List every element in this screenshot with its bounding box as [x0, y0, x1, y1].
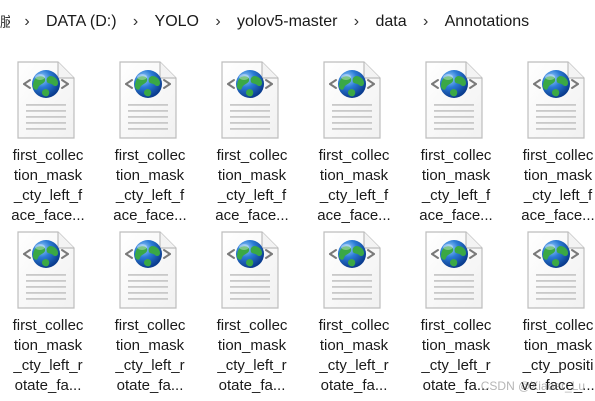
- xml-document-globe-icon: [420, 230, 486, 310]
- xml-document-globe-icon: [216, 230, 282, 310]
- file-item[interactable]: first_collec tion_mask _cty_left_f ace_f…: [0, 58, 96, 226]
- file-name-line-2: tion_mask: [115, 337, 185, 354]
- breadcrumb-item-drive[interactable]: DATA (D:): [44, 11, 119, 33]
- breadcrumb-prefix[interactable]: 脑: [0, 12, 10, 32]
- file-name-line-3: _cty_left_r: [13, 357, 83, 374]
- file-name-line-2: tion_mask: [523, 167, 593, 184]
- file-name-line-2: tion_mask: [421, 337, 491, 354]
- file-name-line-2: tion_mask: [421, 167, 491, 184]
- xml-document-globe-icon: [12, 60, 78, 140]
- file-name-line-3: _cty_left_f: [217, 187, 287, 204]
- file-name-line-2: tion_mask: [115, 167, 185, 184]
- xml-document-globe-icon: [522, 230, 588, 310]
- file-item[interactable]: first_collec tion_mask _cty_left_f ace_f…: [204, 58, 300, 226]
- file-name-line-1: first_collec: [420, 317, 492, 334]
- file-name: first_collec tion_mask _cty_left_r otate…: [204, 316, 300, 396]
- file-name-line-2: tion_mask: [217, 167, 287, 184]
- file-name-line-1: first_collec: [522, 317, 594, 334]
- file-name-line-3: _cty_left_r: [217, 357, 287, 374]
- file-item[interactable]: first_collec tion_mask _cty_left_r otate…: [306, 228, 402, 396]
- file-name: first_collec tion_mask _cty_left_r otate…: [306, 316, 402, 396]
- file-name-line-3: _cty_left_r: [319, 357, 389, 374]
- file-name-line-4: ace_face...: [11, 207, 85, 224]
- file-name: first_collec tion_mask _cty_left_f ace_f…: [0, 146, 96, 226]
- breadcrumb-item-data[interactable]: data: [373, 11, 408, 33]
- file-item[interactable]: first_collec tion_mask _cty_left_r otate…: [204, 228, 300, 396]
- file-name-line-1: first_collec: [420, 147, 492, 164]
- file-name-line-2: tion_mask: [13, 167, 83, 184]
- file-item[interactable]: first_collec tion_mask _cty_left_f ace_f…: [306, 58, 402, 226]
- file-name: first_collec tion_mask _cty_left_f ace_f…: [102, 146, 198, 226]
- file-name-line-4: ace_face...: [419, 207, 493, 224]
- file-name-line-3: _cty_left_f: [319, 187, 389, 204]
- file-grid: first_collec tion_mask _cty_left_f ace_f…: [0, 58, 595, 401]
- file-item[interactable]: first_collec tion_mask _cty_positi ve_fa…: [510, 228, 595, 394]
- chevron-right-icon[interactable]: ›: [20, 13, 34, 31]
- file-item[interactable]: first_collec tion_mask _cty_left_r otate…: [0, 228, 96, 396]
- xml-document-globe-icon: [522, 60, 588, 140]
- file-name-line-2: tion_mask: [319, 337, 389, 354]
- file-name-line-4: ace_face...: [317, 207, 391, 224]
- file-name-line-2: tion_mask: [523, 337, 593, 354]
- file-name-line-3: _cty_left_r: [421, 357, 491, 374]
- breadcrumb: 脑 › DATA (D:) › YOLO › yolov5-master › d…: [0, 0, 595, 44]
- breadcrumb-item-yolo[interactable]: YOLO: [153, 11, 201, 33]
- file-name-line-1: first_collec: [216, 147, 288, 164]
- xml-document-globe-icon: [318, 60, 384, 140]
- xml-document-globe-icon: [420, 60, 486, 140]
- file-item[interactable]: first_collec tion_mask _cty_left_f ace_f…: [408, 58, 504, 226]
- file-name-line-1: first_collec: [114, 317, 186, 334]
- file-name-line-4: otate_fa...: [320, 377, 388, 394]
- file-name-line-3: _cty_left_r: [115, 357, 185, 374]
- file-name: first_collec tion_mask _cty_left_r otate…: [0, 316, 96, 396]
- watermark: CSDN @Xiaoer_Lu: [480, 379, 585, 393]
- file-item[interactable]: first_collec tion_mask _cty_left_r otate…: [408, 228, 504, 394]
- xml-document-globe-icon: [114, 60, 180, 140]
- file-name-line-1: first_collec: [522, 147, 594, 164]
- file-name-line-1: first_collec: [318, 147, 390, 164]
- file-name-line-4: ace_face...: [215, 207, 289, 224]
- file-name: first_collec tion_mask _cty_left_f ace_f…: [306, 146, 402, 226]
- file-name-line-3: _cty_left_f: [421, 187, 491, 204]
- xml-document-globe-icon: [216, 60, 282, 140]
- file-name-line-3: _cty_left_f: [523, 187, 593, 204]
- file-name: first_collec tion_mask _cty_left_r otate…: [102, 316, 198, 396]
- file-item[interactable]: first_collec tion_mask _cty_left_f ace_f…: [102, 58, 198, 226]
- file-name-line-2: tion_mask: [319, 167, 389, 184]
- file-name-line-3: _cty_left_f: [115, 187, 185, 204]
- file-name: first_collec tion_mask _cty_left_f ace_f…: [510, 146, 595, 226]
- file-name-line-3: _cty_positi: [522, 357, 594, 374]
- file-name-line-2: tion_mask: [13, 337, 83, 354]
- chevron-right-icon[interactable]: ›: [419, 13, 433, 31]
- file-item[interactable]: first_collec tion_mask _cty_left_f ace_f…: [510, 58, 595, 226]
- file-name-line-1: first_collec: [318, 317, 390, 334]
- file-name-line-4: otate_fa...: [116, 377, 184, 394]
- file-name-line-2: tion_mask: [217, 337, 287, 354]
- file-name-line-4: otate_fa...: [218, 377, 286, 394]
- xml-document-globe-icon: [318, 230, 384, 310]
- file-name-line-4: otate_fa...: [14, 377, 82, 394]
- breadcrumb-item-annotations[interactable]: Annotations: [443, 11, 532, 33]
- file-name-line-1: first_collec: [12, 147, 84, 164]
- xml-document-globe-icon: [114, 230, 180, 310]
- chevron-right-icon[interactable]: ›: [211, 13, 225, 31]
- file-name-line-1: first_collec: [216, 317, 288, 334]
- file-item[interactable]: first_collec tion_mask _cty_left_r otate…: [102, 228, 198, 396]
- file-name-line-1: first_collec: [114, 147, 186, 164]
- breadcrumb-item-yolov5-master[interactable]: yolov5-master: [235, 11, 339, 33]
- chevron-right-icon[interactable]: ›: [129, 13, 143, 31]
- file-name-line-1: first_collec: [12, 317, 84, 334]
- file-name-line-4: ace_face...: [521, 207, 595, 224]
- file-name-line-4: ace_face...: [113, 207, 187, 224]
- xml-document-globe-icon: [12, 230, 78, 310]
- file-name: first_collec tion_mask _cty_left_f ace_f…: [204, 146, 300, 226]
- file-name-line-3: _cty_left_f: [13, 187, 83, 204]
- chevron-right-icon[interactable]: ›: [349, 13, 363, 31]
- file-name: first_collec tion_mask _cty_left_f ace_f…: [408, 146, 504, 226]
